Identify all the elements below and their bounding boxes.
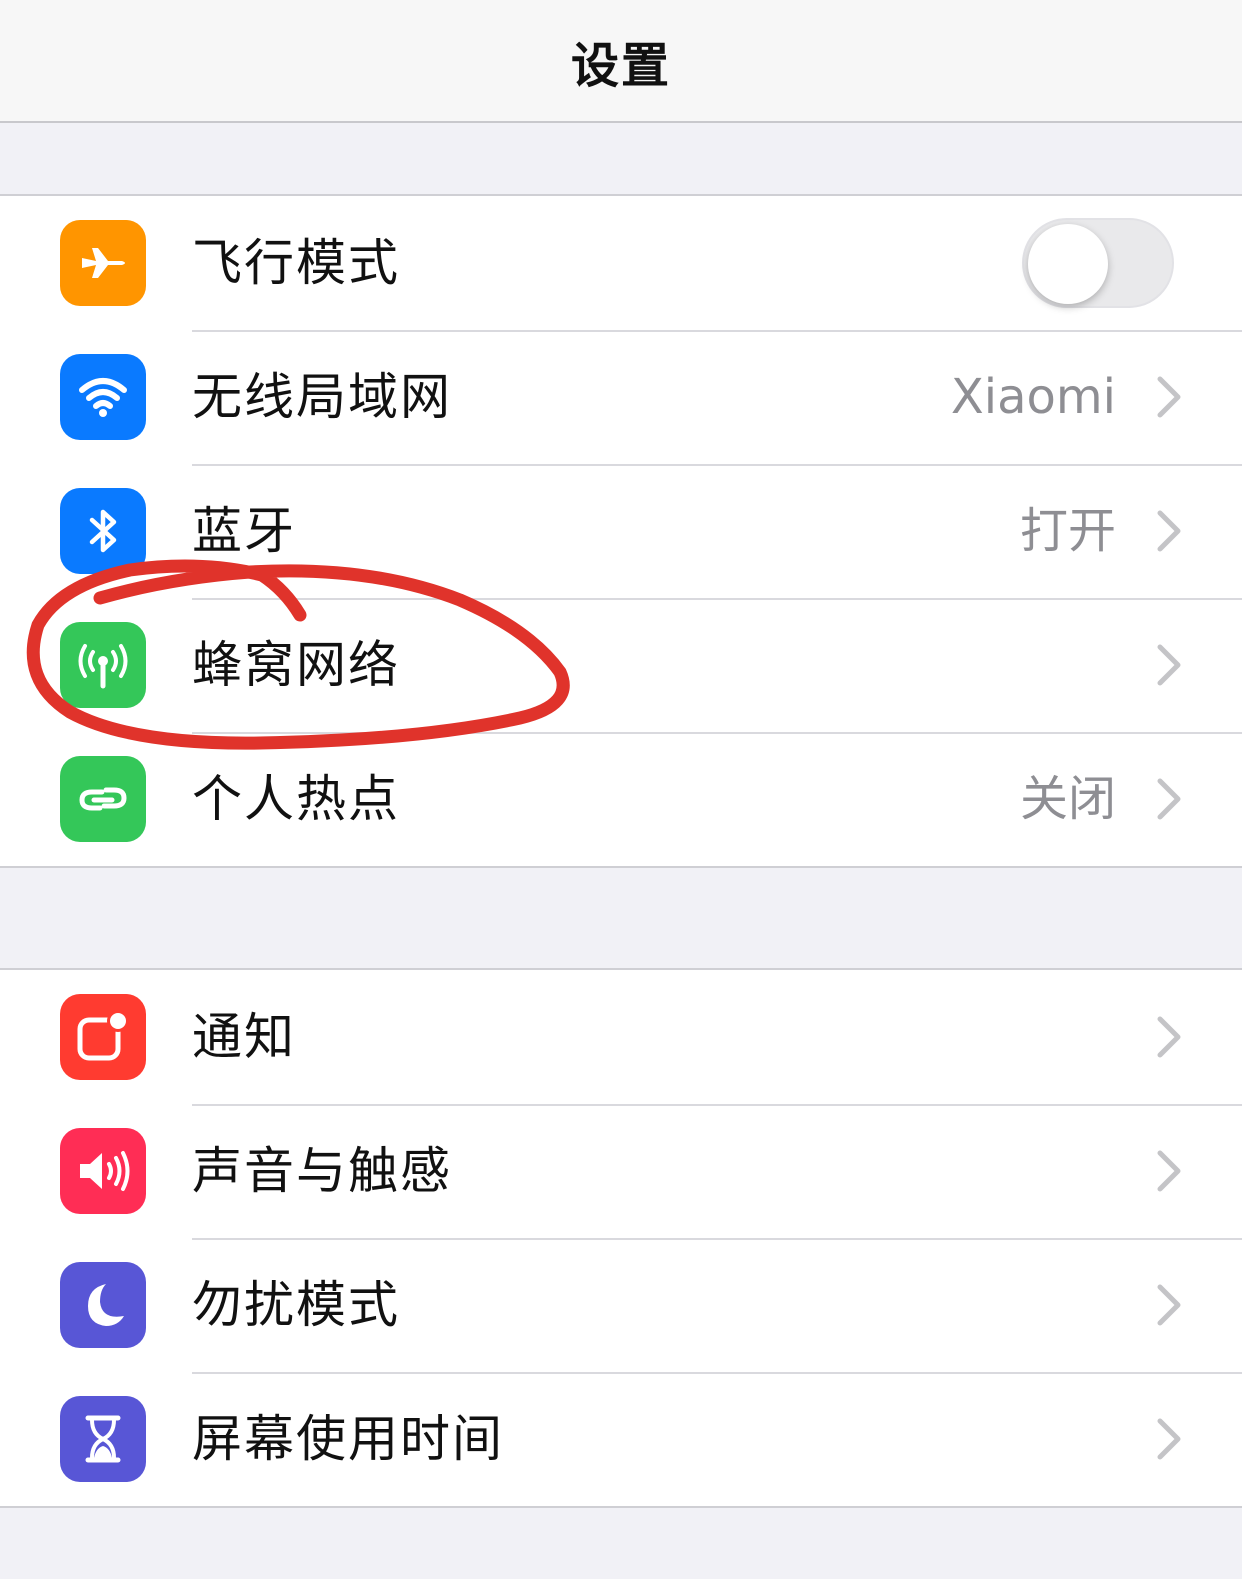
- do-not-disturb-label: 勿扰模式: [192, 1276, 400, 1334]
- chevron-right-icon: [1157, 778, 1181, 820]
- airplane-mode-toggle[interactable]: [1022, 218, 1174, 308]
- chevron-right-icon: [1157, 510, 1181, 552]
- settings-row-sounds-haptics[interactable]: 声音与触感: [0, 1104, 1242, 1238]
- antenna-icon: [60, 622, 146, 708]
- navigation-bar: 设置: [0, 0, 1242, 123]
- wifi-network-value: Xiaomi: [950, 369, 1116, 425]
- hotspot-link-icon: [60, 756, 146, 842]
- bluetooth-status-value: 打开: [1019, 503, 1116, 559]
- chevron-right-icon: [1157, 1150, 1181, 1192]
- settings-row-cellular[interactable]: 蜂窝网络: [0, 598, 1242, 732]
- sounds-haptics-label: 声音与触感: [192, 1142, 452, 1200]
- connectivity-group: 飞行模式 无线局域网 Xiaomi 蓝牙 打开 蜂窝网络 个人热点 关闭: [0, 194, 1242, 868]
- chevron-right-icon: [1157, 1418, 1181, 1460]
- personal-hotspot-status-value: 关闭: [1019, 771, 1116, 827]
- moon-icon: [60, 1262, 146, 1348]
- chevron-right-icon: [1157, 1284, 1181, 1326]
- wifi-icon: [60, 354, 146, 440]
- settings-row-bluetooth[interactable]: 蓝牙 打开: [0, 464, 1242, 598]
- settings-page: 设置 飞行模式 无线局域网 Xiaomi 蓝牙 打开 蜂窝网络 个人热点 关闭 …: [0, 0, 1242, 1579]
- toggle-knob: [1028, 224, 1108, 304]
- cellular-label: 蜂窝网络: [192, 636, 400, 694]
- airplane-icon: [60, 220, 146, 306]
- notification-badge-icon: [60, 994, 146, 1080]
- page-title: 设置: [570, 37, 671, 94]
- hourglass-icon: [60, 1396, 146, 1482]
- screen-time-label: 屏幕使用时间: [192, 1410, 504, 1468]
- airplane-mode-label: 飞行模式: [192, 234, 400, 292]
- settings-row-airplane-mode[interactable]: 飞行模式: [0, 196, 1242, 330]
- bluetooth-icon: [60, 488, 146, 574]
- settings-row-wifi[interactable]: 无线局域网 Xiaomi: [0, 330, 1242, 464]
- bluetooth-label: 蓝牙: [192, 502, 296, 560]
- notifications-group: 通知 声音与触感 勿扰模式 屏幕使用时间: [0, 968, 1242, 1508]
- chevron-right-icon: [1157, 1016, 1181, 1058]
- settings-row-screen-time[interactable]: 屏幕使用时间: [0, 1372, 1242, 1506]
- notifications-label: 通知: [192, 1008, 296, 1066]
- chevron-right-icon: [1157, 644, 1181, 686]
- wifi-label: 无线局域网: [192, 368, 452, 426]
- personal-hotspot-label: 个人热点: [192, 770, 400, 828]
- settings-row-do-not-disturb[interactable]: 勿扰模式: [0, 1238, 1242, 1372]
- chevron-right-icon: [1157, 376, 1181, 418]
- settings-row-personal-hotspot[interactable]: 个人热点 关闭: [0, 732, 1242, 866]
- settings-row-notifications[interactable]: 通知: [0, 970, 1242, 1104]
- speaker-icon: [60, 1128, 146, 1214]
